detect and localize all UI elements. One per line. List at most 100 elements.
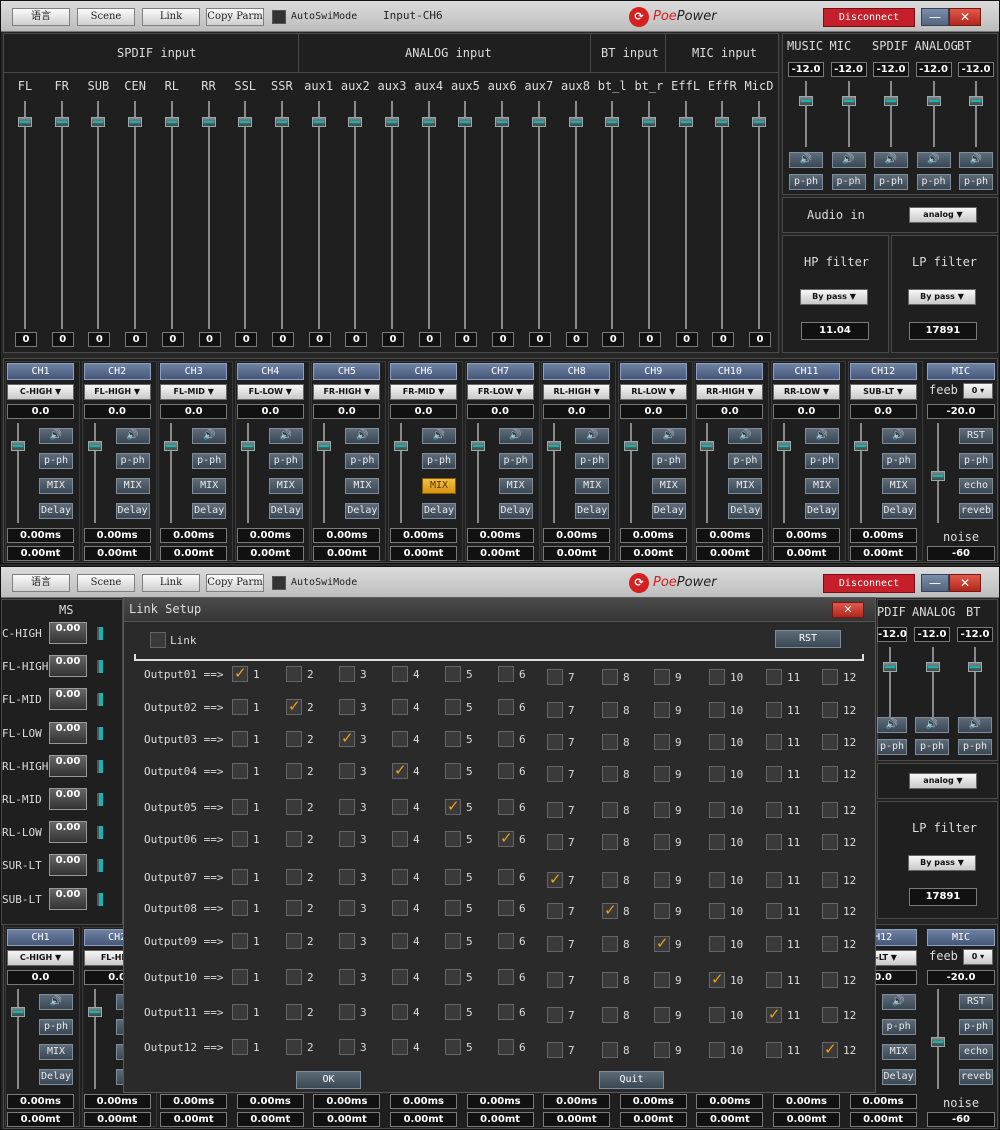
output-mode-select[interactable]: FR-MID ▼ (390, 384, 457, 400)
output-fader-knob[interactable] (11, 441, 25, 451)
output-fader-knob[interactable] (164, 441, 179, 451)
mute-icon[interactable]: 🔊 (805, 428, 839, 444)
minimize-icon-2[interactable]: — (921, 574, 949, 592)
mixer-value[interactable]: -12.0 (830, 62, 867, 77)
link-checkbox-cell[interactable] (498, 699, 514, 715)
pph-button[interactable]: p-ph (192, 453, 227, 469)
close-icon-2[interactable]: ✕ (949, 574, 981, 592)
rst-button[interactable]: RST (959, 428, 993, 444)
link-checkbox-cell[interactable] (498, 731, 514, 747)
link-checkbox-cell[interactable] (498, 900, 514, 916)
link-checkbox-cell[interactable] (709, 970, 725, 988)
mixer-fader-knob[interactable] (799, 96, 813, 106)
link-checkbox-cell[interactable] (766, 1005, 782, 1023)
link-checkbox-cell[interactable] (392, 831, 408, 847)
output-fader-knob[interactable] (87, 441, 102, 451)
link-checkbox-cell[interactable] (709, 834, 725, 850)
pph-button[interactable]: p-ph (651, 453, 686, 469)
link-checkbox-cell[interactable] (709, 936, 725, 952)
reveb-button[interactable]: reveb (959, 503, 993, 519)
link-checkbox-cell[interactable] (445, 969, 461, 985)
input-value[interactable]: 0 (308, 332, 331, 347)
ok-button[interactable]: OK (296, 1071, 361, 1089)
mix-button[interactable]: MIX (651, 478, 686, 494)
input-fader-knob[interactable] (54, 117, 69, 127)
input-fader-knob[interactable] (495, 117, 510, 127)
pph-button[interactable]: p-ph (115, 453, 150, 469)
output-gain[interactable]: 0.0 (696, 404, 764, 419)
link-checkbox-cell[interactable] (709, 1007, 725, 1023)
link-checkbox-cell[interactable] (766, 872, 782, 888)
input-value[interactable]: 0 (161, 332, 184, 347)
link-checkbox-cell[interactable] (547, 1007, 563, 1023)
link-checkbox-cell[interactable] (602, 972, 618, 988)
input-value[interactable]: 0 (418, 332, 441, 347)
output-gain[interactable]: 0.0 (313, 404, 381, 419)
link-checkbox-cell[interactable] (602, 936, 618, 952)
output-fader-knob[interactable] (777, 441, 791, 451)
link-checkbox-cell[interactable] (498, 1004, 514, 1020)
mute-icon[interactable]: 🔊 (39, 428, 73, 444)
input-fader-knob[interactable] (164, 117, 179, 127)
delay-mt-value[interactable]: 0.00mt (390, 546, 457, 561)
link-checkbox-cell[interactable] (339, 869, 355, 885)
output-gain[interactable]: 0.0 (773, 404, 840, 419)
mix-button[interactable]: MIX (268, 478, 303, 494)
delay-ms-value[interactable]: 0.00ms (313, 528, 381, 543)
link-checkbox-cell[interactable] (445, 900, 461, 916)
pph-button[interactable]: p-ph (874, 174, 908, 190)
output-fader-knob[interactable] (394, 441, 408, 451)
language-button[interactable]: 语言 (12, 8, 70, 26)
dialog-close-icon[interactable]: ✕ (832, 602, 864, 618)
link-checkbox-cell[interactable] (709, 802, 725, 818)
input-value[interactable]: 0 (528, 332, 551, 347)
link-checkbox-cell[interactable] (339, 831, 355, 847)
hp-filter-value[interactable]: 11.04 (801, 322, 869, 340)
link-checkbox-cell[interactable] (339, 900, 355, 916)
mixer-fader-knob[interactable] (969, 96, 983, 106)
output-gain[interactable]: 0.0 (849, 404, 917, 419)
output-channel-name[interactable]: CH2 (83, 363, 151, 380)
scene-button-2[interactable]: Scene (77, 574, 135, 592)
link-checkbox-cell[interactable] (286, 831, 302, 847)
input-value[interactable]: 0 (345, 332, 368, 347)
mic-value[interactable]: -20.0 (927, 404, 995, 419)
output-gain[interactable]: 0.0 (160, 404, 228, 419)
mic-fader-knob[interactable] (931, 471, 945, 481)
output-fader-knob[interactable] (547, 441, 562, 451)
delay-button[interactable]: Delay (345, 503, 380, 519)
link-checkbox-cell[interactable] (547, 1042, 563, 1058)
input-fader-knob[interactable] (568, 117, 583, 127)
link-checkbox-cell[interactable] (602, 802, 618, 818)
pph-button[interactable]: p-ph (39, 453, 73, 469)
link-checkbox-cell[interactable] (232, 1039, 248, 1055)
delay-ms-value[interactable]: 0.00ms (696, 528, 764, 543)
mixer-fader-knob[interactable] (926, 96, 941, 106)
input-fader-knob[interactable] (641, 117, 656, 127)
link-checkbox-cell[interactable] (286, 969, 302, 985)
input-value[interactable]: 0 (455, 332, 478, 347)
delay-button[interactable]: Delay (268, 503, 303, 519)
link-checkbox-cell[interactable] (286, 900, 302, 916)
delay-button[interactable]: Delay (422, 503, 456, 519)
pph-button[interactable]: p-ph (268, 453, 303, 469)
link-checkbox-cell[interactable] (498, 869, 514, 885)
delay-mt-value[interactable]: 0.00mt (619, 546, 687, 561)
pph-button[interactable]: p-ph (831, 174, 866, 190)
link-checkbox-cell[interactable] (286, 1004, 302, 1020)
link-checkbox-cell[interactable] (339, 699, 355, 715)
input-value[interactable]: 0 (382, 332, 404, 347)
input-fader-knob[interactable] (201, 117, 216, 127)
output-channel-name[interactable]: CH4 (236, 363, 304, 380)
link-checkbox-cell[interactable] (822, 669, 838, 685)
link-checkbox-cell[interactable] (547, 766, 563, 782)
link-checkbox-cell[interactable] (392, 666, 408, 682)
mute-icon[interactable]: 🔊 (192, 428, 227, 444)
link-checkbox-cell[interactable] (392, 761, 408, 779)
output-gain[interactable]: 0.0 (83, 404, 151, 419)
link-checkbox-cell[interactable] (232, 699, 248, 715)
link-checkbox-cell[interactable] (766, 1042, 782, 1058)
delay-mt-value[interactable]: 0.00mt (313, 546, 381, 561)
ms-row-value[interactable]: 0.00 (49, 622, 87, 644)
link-checkbox-cell[interactable] (602, 1042, 618, 1058)
